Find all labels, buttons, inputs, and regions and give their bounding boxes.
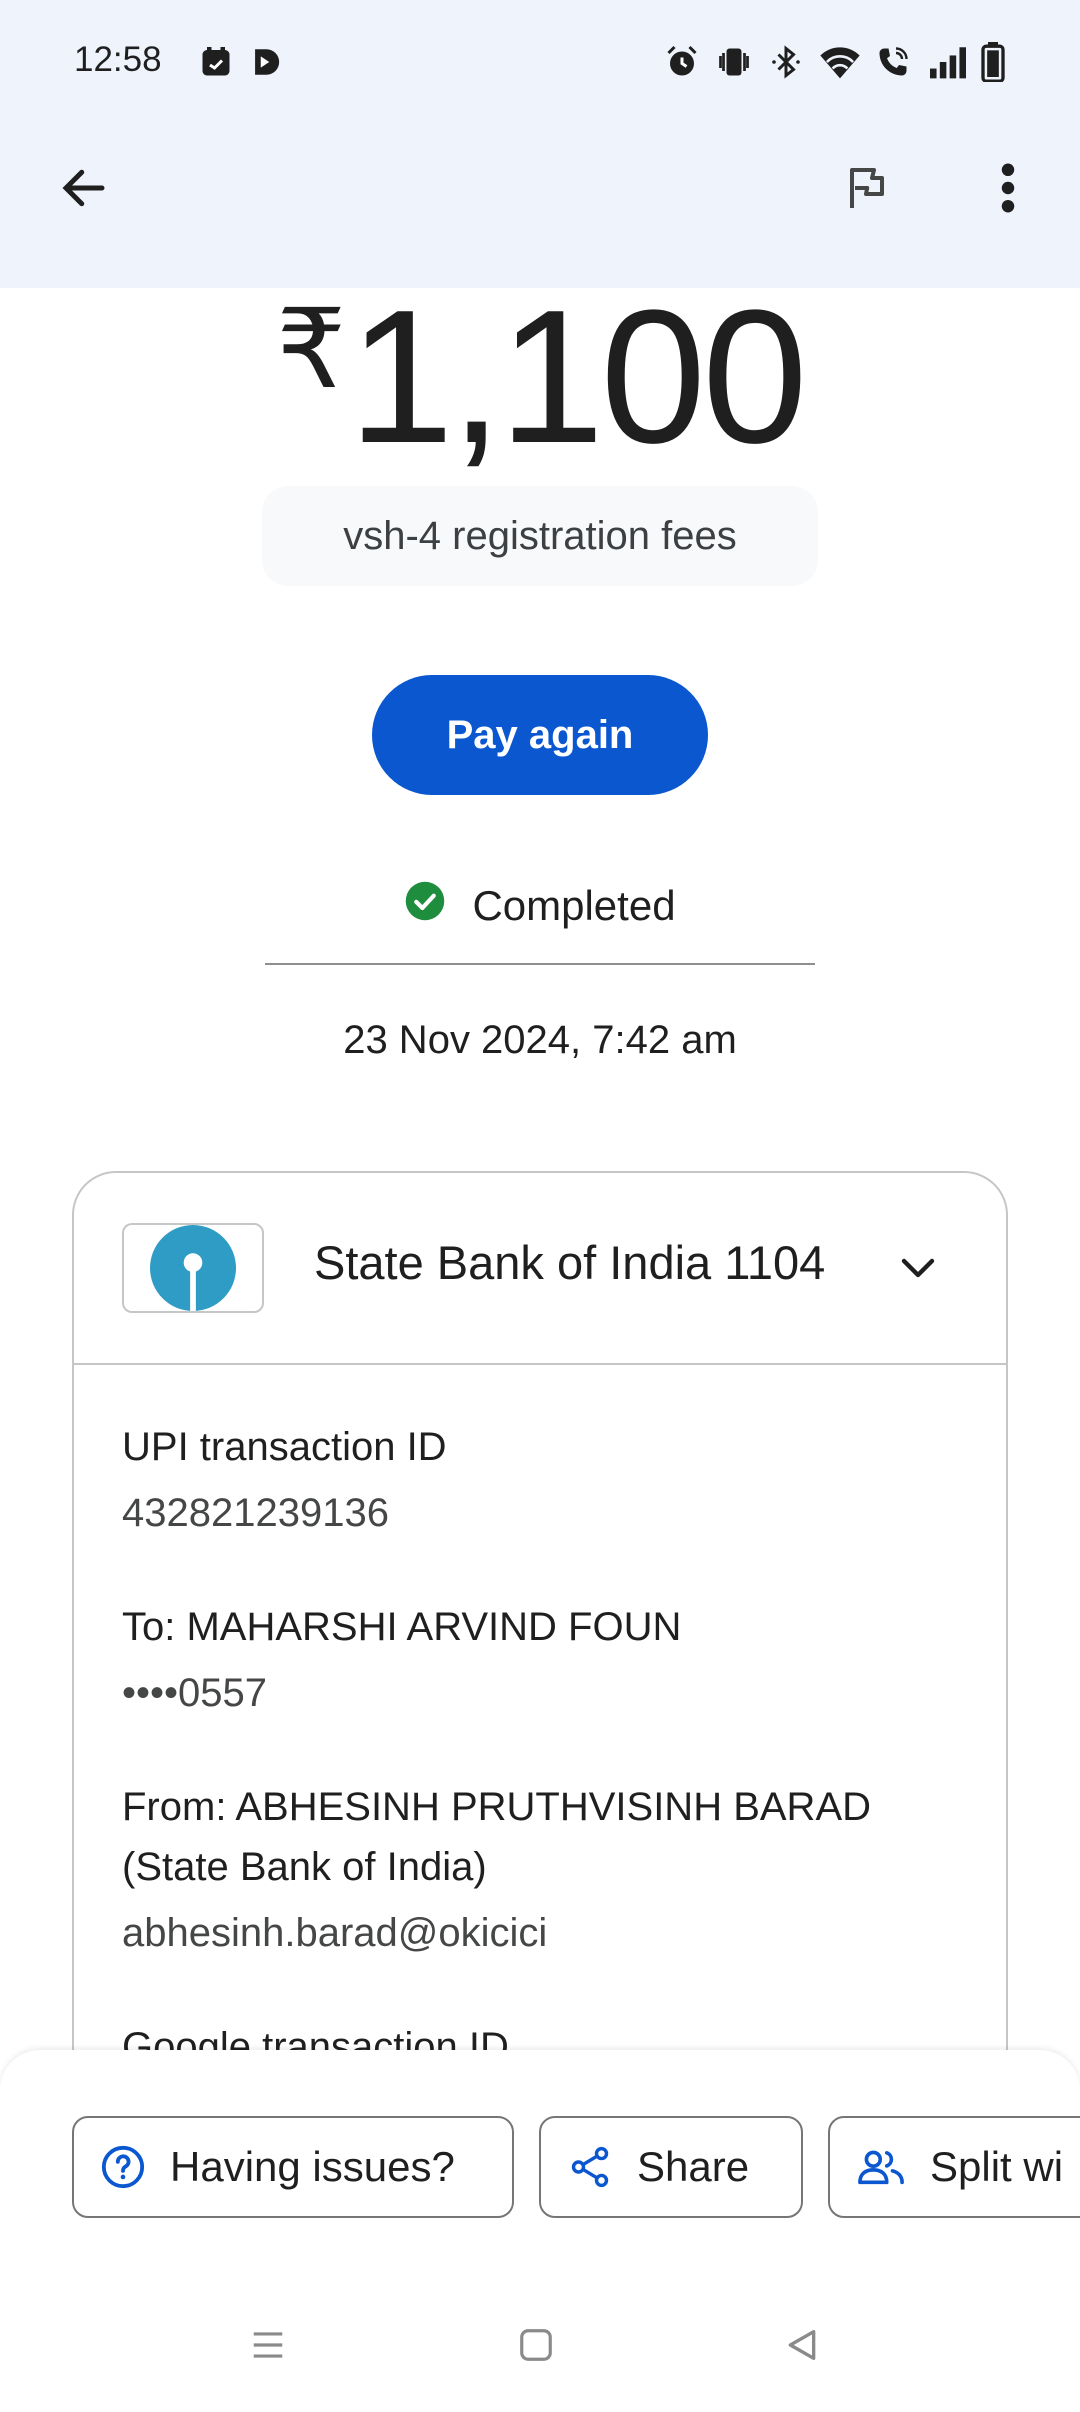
alarm-icon [664,42,700,82]
status-label: Completed [472,882,676,929]
payment-status: Completed [0,880,1080,932]
payer-upi-id-value[interactable]: abhesinh.barad@okicici [122,1911,547,1956]
status-time: 12:58 [74,40,162,79]
back-nav-button[interactable] [772,2320,832,2370]
share-icon [571,2146,609,2188]
report-button[interactable] [826,150,906,230]
help-icon [101,2145,145,2189]
bank-account-name: State Bank of India 1104 [314,1236,826,1289]
app-header: 12:58 [0,0,1080,288]
status-divider [265,963,815,965]
bank-logo [122,1223,264,1313]
people-icon [858,2150,904,2185]
having-issues-button[interactable]: Having issues? [72,2116,514,2218]
home-nav-button[interactable] [506,2320,566,2370]
split-label: Split wi [930,2143,1064,2190]
sbi-logo-icon [150,1225,236,1311]
payee-label: To: MAHARSHI ARVIND FOUN [122,1605,682,1649]
payment-note: vsh-4 registration fees [262,486,818,586]
flag-icon [842,163,890,218]
play-icon [248,42,282,82]
battery-icon [980,42,1006,82]
wifi-icon [818,42,862,82]
share-button[interactable]: Share [539,2116,803,2218]
currency-symbol: ₹ [276,288,346,411]
upi-transaction-id-label: UPI transaction ID [122,1425,447,1469]
back-button[interactable] [44,150,124,230]
transaction-datetime: 23 Nov 2024, 7:42 am [343,1018,737,1062]
more-vert-icon [1000,162,1016,219]
bluetooth-icon [768,42,804,82]
more-options-button[interactable] [968,150,1048,230]
recents-icon [253,2332,283,2358]
having-issues-label: Having issues? [170,2143,455,2190]
chevron-down-icon [894,1243,942,1296]
home-icon [520,2329,552,2361]
vibrate-icon [716,42,752,82]
back-icon [788,2330,816,2360]
split-button[interactable]: Split wi [828,2116,1080,2218]
calendar-app-icon [198,42,234,82]
status-bar: 12:58 [0,0,1080,125]
wifi-calling-icon [874,42,912,82]
arrow-back-icon [57,161,111,220]
payee-account-value: ••••0557 [122,1671,267,1715]
share-label: Share [637,2143,750,2190]
pay-again-button[interactable]: Pay again [372,675,708,795]
signal-icon [926,42,970,82]
recents-nav-button[interactable] [238,2320,298,2370]
amount-value: 1,100 [348,271,807,483]
bank-account-header[interactable]: State Bank of India 1104 [74,1173,1006,1365]
upi-transaction-id-value[interactable]: 432821239136 [122,1491,389,1536]
payer-label: From: ABHESINH PRUTHVISINH BARAD (State … [122,1785,872,1889]
check-circle-icon [404,880,446,932]
